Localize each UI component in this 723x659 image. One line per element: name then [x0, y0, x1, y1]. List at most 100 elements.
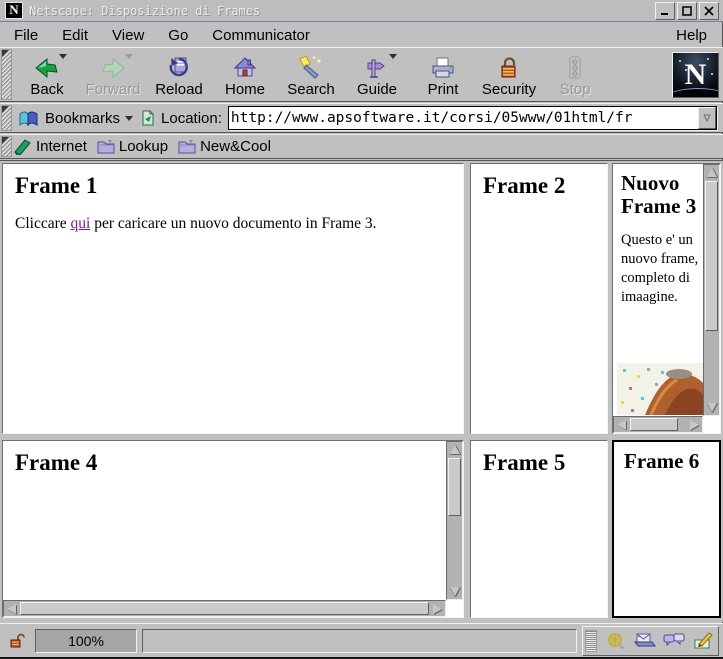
print-button[interactable]: Print	[410, 50, 476, 100]
frame-5: Frame 5	[470, 440, 608, 618]
title-bar[interactable]: N Netscape: Disposizione di Frames	[0, 0, 723, 22]
home-button[interactable]: Home	[212, 50, 278, 100]
frame4-scroll-up-button[interactable]	[447, 442, 462, 457]
frame3-horizontal-scroll-thumb[interactable]	[630, 418, 678, 431]
menu-edit[interactable]: Edit	[62, 27, 88, 44]
frame3-scroll-right-button[interactable]	[687, 417, 702, 432]
frame-1: Frame 1 Cliccare qui per caricare un nuo…	[2, 163, 464, 434]
forward-dropdown-arrow	[125, 54, 133, 59]
folder-icon	[178, 139, 196, 154]
frame4-scroll-left-button[interactable]	[4, 601, 19, 616]
frame3-vertical-scroll-thumb[interactable]	[705, 181, 718, 331]
search-button[interactable]: Search	[278, 50, 344, 100]
netscape-logo[interactable]: N	[672, 52, 719, 98]
arrow-down-icon	[450, 587, 460, 596]
frame4-vertical-scrollbar[interactable]	[446, 441, 463, 600]
location-toolbar-grip[interactable]	[1, 105, 12, 131]
location-toolbar: Bookmarks Location:	[0, 103, 723, 133]
navigator-component-button[interactable]	[602, 630, 629, 652]
frame4-vertical-scroll-thumb[interactable]	[448, 458, 461, 516]
composer-component-button[interactable]	[689, 630, 716, 652]
stop-button[interactable]: Stop	[542, 50, 608, 100]
frame6-heading: Frame 6	[624, 450, 719, 473]
discussions-component-button[interactable]	[660, 630, 687, 652]
forward-button[interactable]: Forward	[80, 50, 146, 100]
close-icon	[704, 6, 714, 16]
url-field-wrapper	[228, 106, 717, 130]
chevron-down-icon	[703, 114, 711, 122]
back-dropdown-arrow	[59, 54, 67, 59]
menu-view[interactable]: View	[112, 27, 144, 44]
home-icon	[232, 54, 258, 82]
status-message-field	[142, 629, 577, 653]
stop-icon	[562, 54, 588, 82]
component-bar-grip[interactable]	[585, 630, 597, 652]
guide-dropdown-arrow	[389, 54, 397, 59]
frame4-heading: Frame 4	[15, 451, 463, 476]
netscape-window: { "window": { "title": "Netscape: Dispos…	[0, 0, 723, 659]
personal-item-internet[interactable]: Internet	[14, 138, 87, 155]
frame-6: Frame 6	[612, 440, 721, 618]
url-history-dropdown-button[interactable]	[698, 107, 716, 129]
arrow-left-icon	[617, 420, 626, 430]
frame4-scroll-right-button[interactable]	[430, 601, 445, 616]
component-bar	[582, 626, 719, 656]
maximize-button[interactable]	[677, 2, 697, 20]
bookmarks-dropdown-arrow	[125, 116, 133, 121]
close-button[interactable]	[699, 2, 719, 20]
frame3-vertical-scrollbar[interactable]	[703, 164, 720, 416]
frame3-heading: Nuovo Frame 3	[621, 172, 699, 217]
security-button[interactable]: Security	[476, 50, 542, 100]
toolbar-grip[interactable]	[1, 49, 12, 100]
composer-icon	[693, 632, 713, 650]
print-icon	[430, 54, 456, 82]
frame3-scroll-down-button[interactable]	[704, 400, 719, 415]
personal-item-lookup[interactable]: Lookup	[97, 138, 168, 155]
frame3-photo-thumbnail	[617, 363, 703, 415]
progress-indicator: 100%	[35, 629, 137, 653]
frame1-paragraph: Cliccare qui per caricare un nuovo docum…	[15, 215, 463, 233]
netscape-app-icon: N	[5, 2, 23, 19]
frame-4: Frame 4	[2, 440, 464, 618]
menu-communicator[interactable]: Communicator	[212, 27, 310, 44]
window-title: Netscape: Disposizione di Frames	[29, 4, 260, 18]
arrow-left-icon	[7, 604, 16, 614]
menu-help[interactable]: Help	[676, 27, 707, 44]
personal-item-newcool[interactable]: New&Cool	[178, 138, 271, 155]
frame3-paragraph: Questo e' un nuovo frame, completo di im…	[621, 231, 699, 306]
arrow-down-icon	[707, 403, 717, 412]
personal-toolbar-grip[interactable]	[1, 136, 12, 157]
url-input[interactable]	[229, 107, 698, 129]
arrow-up-icon	[707, 168, 717, 177]
minimize-button[interactable]	[655, 2, 675, 20]
guide-button[interactable]: Guide	[344, 50, 410, 100]
frame1-qui-link[interactable]: qui	[71, 215, 91, 232]
back-button[interactable]: Back	[14, 50, 80, 100]
mailbox-component-button[interactable]	[631, 630, 658, 652]
maximize-icon	[682, 6, 692, 16]
search-icon	[298, 54, 324, 82]
frame4-horizontal-scroll-thumb[interactable]	[20, 602, 429, 615]
minimize-icon	[660, 6, 670, 16]
security-status-button[interactable]	[4, 630, 30, 652]
mailbox-icon	[634, 632, 656, 650]
bookmarks-button[interactable]: Bookmarks	[18, 109, 141, 127]
reload-icon	[166, 54, 192, 82]
menu-file[interactable]: File	[14, 27, 38, 44]
frame3-scroll-left-button[interactable]	[614, 417, 629, 432]
frame3-scroll-up-button[interactable]	[704, 165, 719, 180]
location-label: Location:	[161, 110, 222, 127]
navigator-wheel-icon	[606, 632, 626, 650]
reload-button[interactable]: Reload	[146, 50, 212, 100]
frame4-scroll-down-button[interactable]	[447, 584, 462, 599]
frame2-heading: Frame 2	[483, 174, 607, 199]
status-bar: 100%	[0, 623, 723, 657]
frame-2: Frame 2	[470, 163, 608, 434]
frame-3: Nuovo Frame 3 Questo e' un nuovo frame, …	[612, 163, 721, 434]
menu-go[interactable]: Go	[168, 27, 188, 44]
frame4-horizontal-scrollbar[interactable]	[3, 600, 446, 617]
personal-toolbar: Internet Lookup New&Cool	[0, 134, 723, 159]
page-proxy-icon[interactable]	[141, 110, 155, 126]
frame3-horizontal-scrollbar[interactable]	[613, 416, 703, 433]
discussions-icon	[663, 632, 685, 650]
